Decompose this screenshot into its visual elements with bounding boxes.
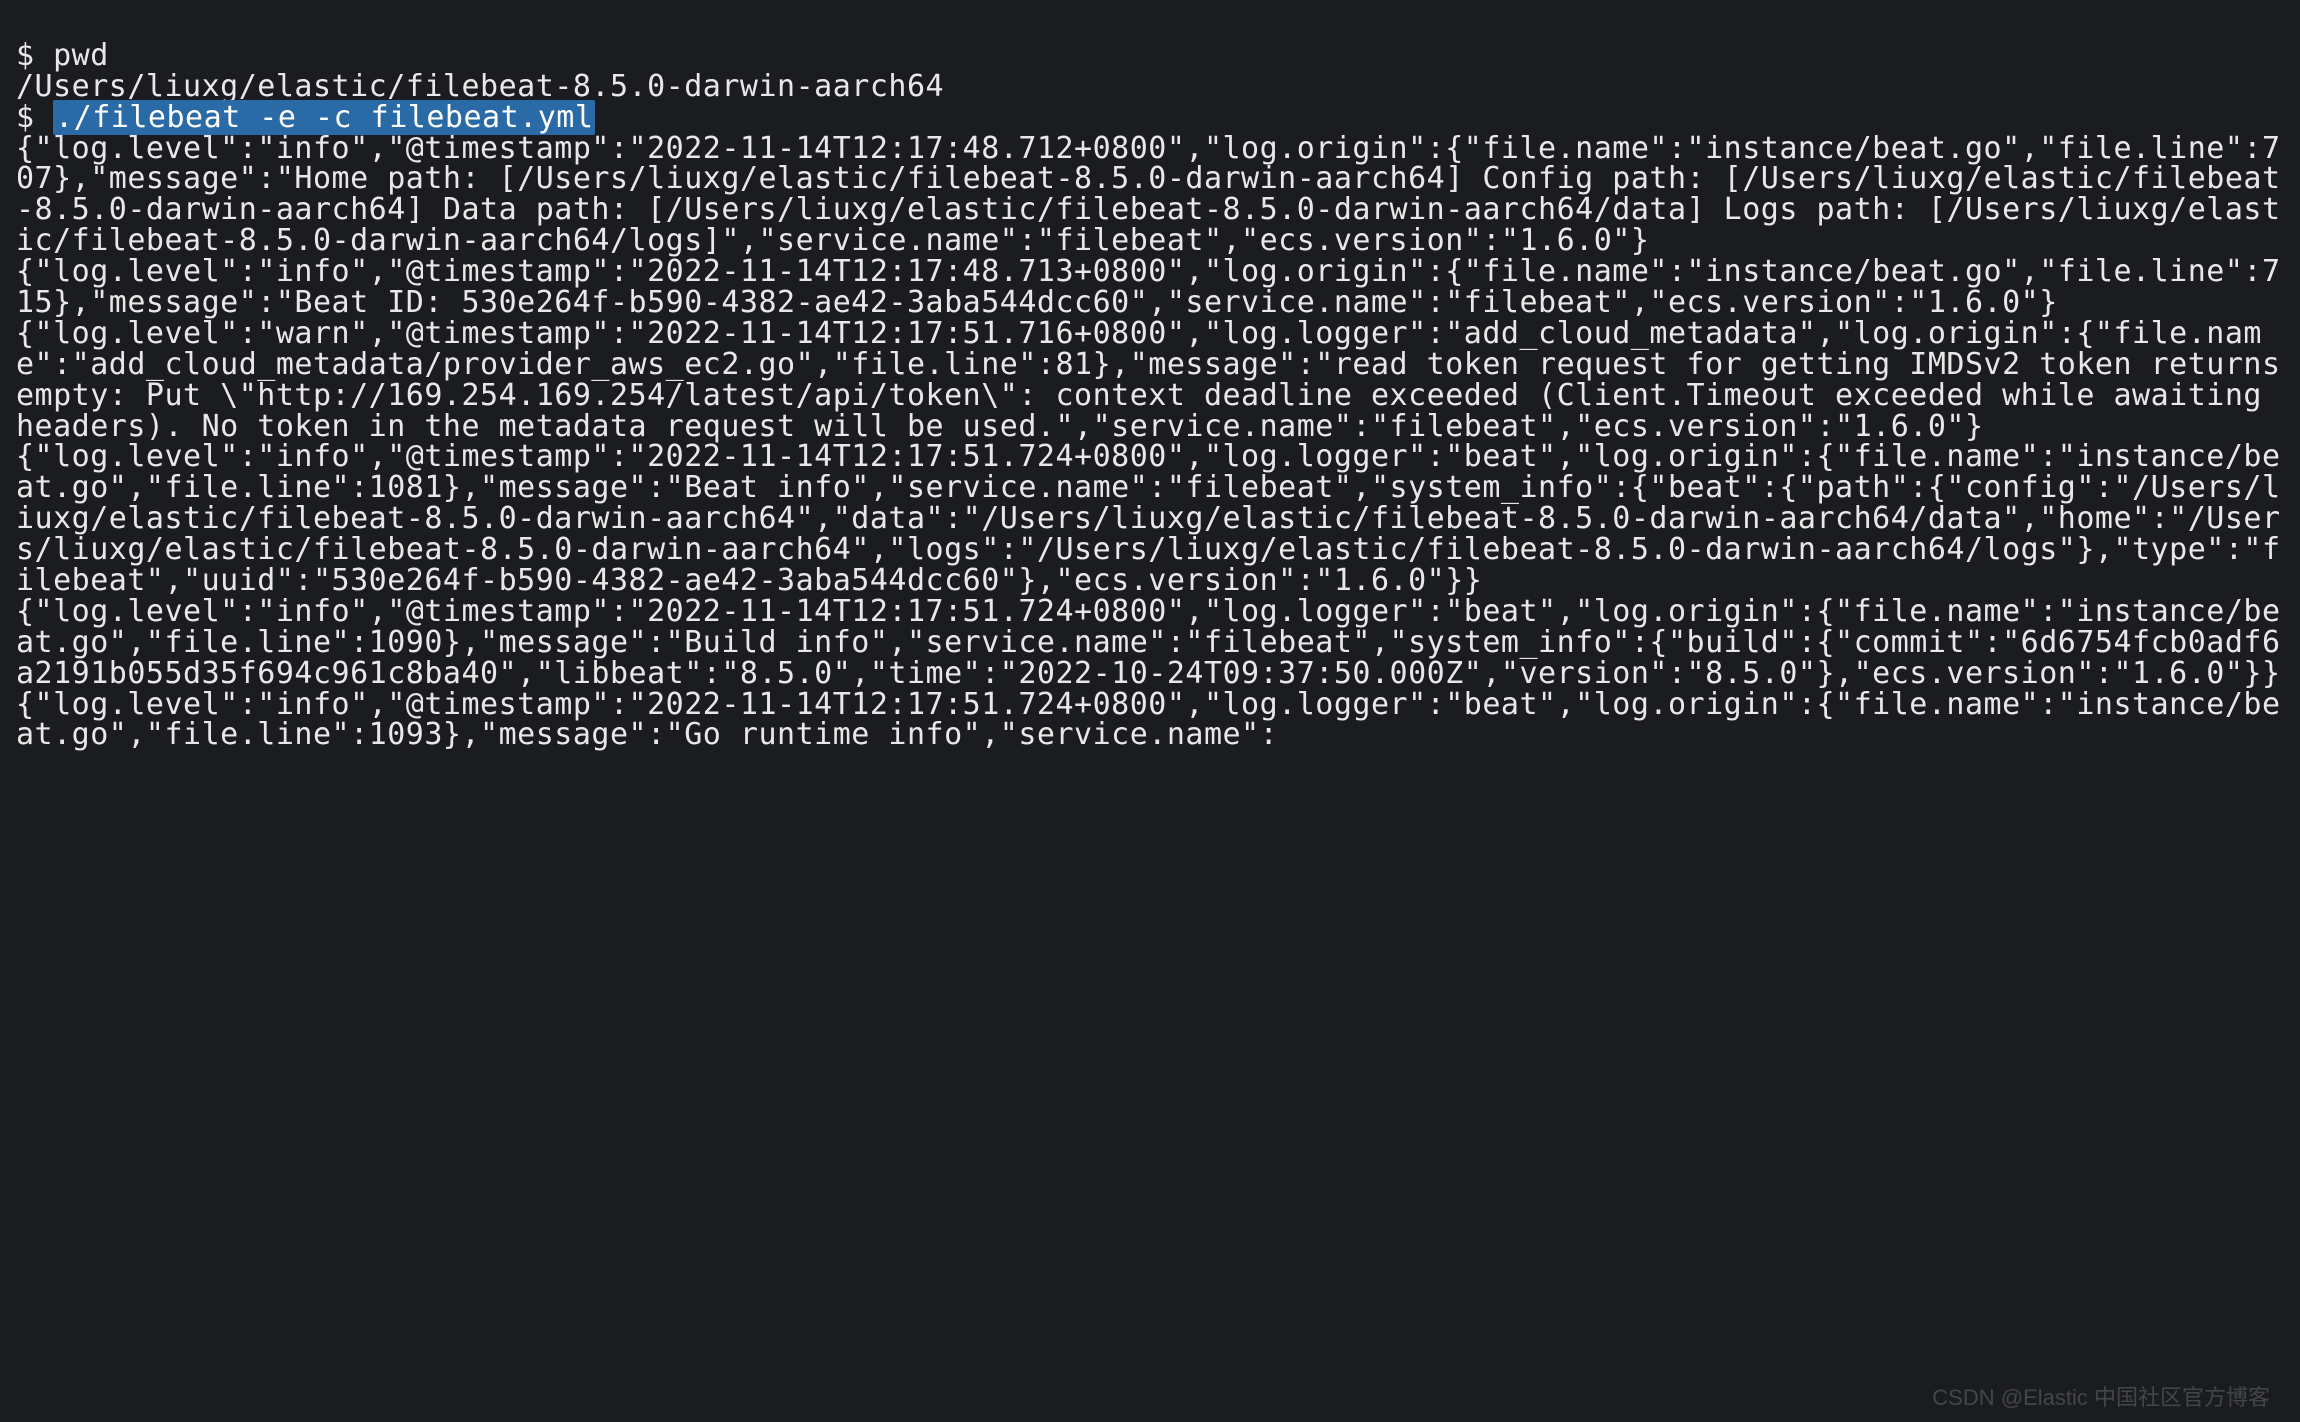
log-line: {"log.level":"info","@timestamp":"2022-1…: [16, 687, 2281, 753]
pwd-output: /Users/liuxg/elastic/filebeat-8.5.0-darw…: [16, 69, 944, 104]
shell-prompt: $: [16, 100, 35, 135]
log-line: {"log.level":"info","@timestamp":"2022-1…: [16, 594, 2281, 691]
command-pwd: pwd: [53, 38, 109, 73]
shell-prompt: $: [16, 38, 35, 73]
log-line: {"log.level":"info","@timestamp":"2022-1…: [16, 439, 2281, 598]
command-filebeat: ./filebeat -e -c filebeat.yml: [53, 100, 595, 135]
terminal-window[interactable]: $ pwd /Users/liuxg/elastic/filebeat-8.5.…: [0, 0, 2300, 751]
log-line: {"log.level":"info","@timestamp":"2022-1…: [16, 254, 2281, 320]
log-line: {"log.level":"info","@timestamp":"2022-1…: [16, 131, 2281, 259]
watermark-text: CSDN @Elastic 中国社区官方博客: [1932, 1380, 2270, 1412]
log-line: {"log.level":"warn","@timestamp":"2022-1…: [16, 316, 2299, 444]
